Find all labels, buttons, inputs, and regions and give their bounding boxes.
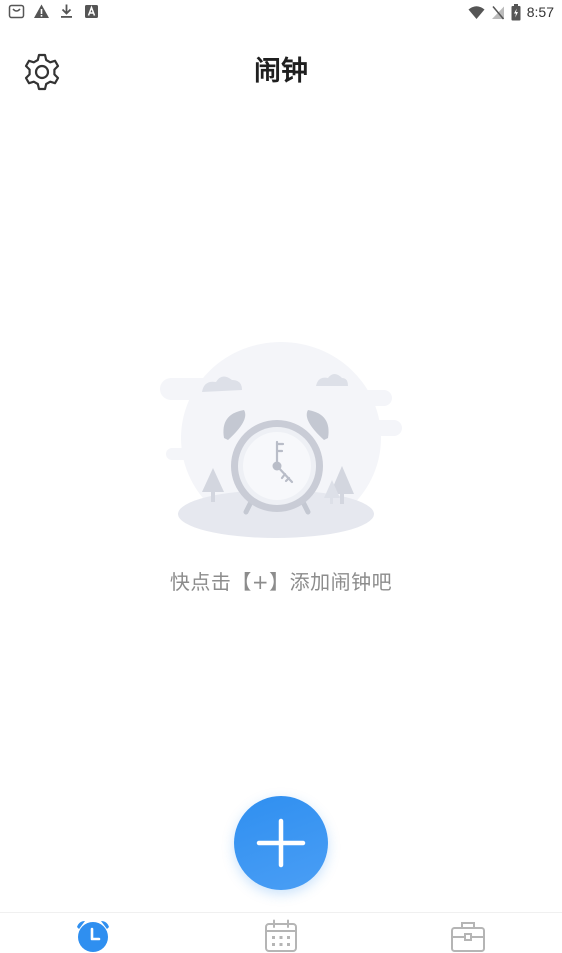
tab-toolbox[interactable] xyxy=(448,919,488,953)
warning-icon xyxy=(34,4,49,18)
tab-alarm[interactable] xyxy=(73,919,113,953)
alarm-clock-illustration xyxy=(160,342,402,538)
app-header: 闹钟 xyxy=(0,44,562,100)
alarm-app-screen: 8:57 闹钟 快点击【+】添加闹钟吧 xyxy=(0,0,562,953)
status-bar-system: 8:57 xyxy=(468,3,554,21)
plus-icon xyxy=(256,818,306,868)
add-alarm-button[interactable] xyxy=(234,796,328,890)
bottom-navigation xyxy=(0,912,562,953)
battery-charging-icon xyxy=(511,3,521,20)
alarm-clock-icon xyxy=(77,921,109,952)
download-icon xyxy=(61,4,72,18)
tab-calendar[interactable] xyxy=(261,919,301,953)
status-bar-time: 8:57 xyxy=(526,4,554,20)
app-a-icon xyxy=(85,5,98,18)
wifi-icon xyxy=(468,5,485,19)
toolbox-icon xyxy=(451,922,485,952)
page-title: 闹钟 xyxy=(254,56,308,87)
status-bar-notifications xyxy=(8,3,100,20)
empty-state-hint: 快点击【+】添加闹钟吧 xyxy=(169,570,393,594)
bag-notification-icon xyxy=(8,4,25,19)
calendar-icon xyxy=(265,919,297,952)
status-bar: 8:57 xyxy=(0,0,562,24)
no-sim-icon xyxy=(491,5,504,19)
